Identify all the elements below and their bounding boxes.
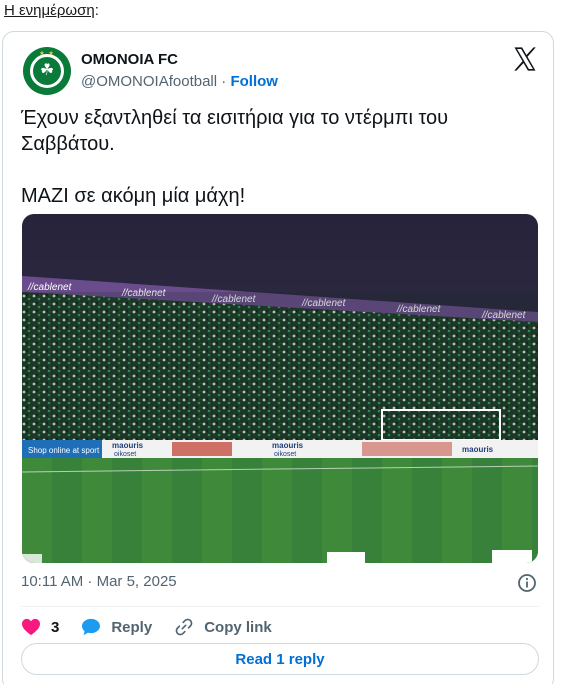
- like-button[interactable]: 3: [21, 618, 59, 636]
- avatar-crest: ☘: [30, 54, 64, 88]
- photo-ad-maouris-1: maouris: [112, 441, 144, 450]
- heading-link[interactable]: Η ενημέρωση: [4, 2, 95, 19]
- photo-ad-maouris-2: maouris: [272, 441, 304, 450]
- embedded-tweet-card: ★ ★ ☘ OMONOIA FC @OMONOIAfootball · Foll…: [2, 31, 554, 684]
- x-logo-icon[interactable]: [511, 45, 539, 73]
- tweet-text: Έχουν εξαντληθεί τα εισιτήρια για το ντέ…: [21, 105, 521, 209]
- handle-separator: ·: [217, 73, 231, 90]
- tweet-photo[interactable]: //cablenet //cablenet //cablenet //cable…: [22, 214, 538, 563]
- info-icon[interactable]: [517, 573, 537, 593]
- photo-ad-oikoset-2: oikoset: [274, 451, 296, 458]
- photo-ad-cablenet-1: //cablenet: [27, 282, 73, 293]
- tweet-actions: 3 Reply Copy link: [21, 612, 294, 642]
- divider: [21, 606, 539, 607]
- reply-label: Reply: [111, 618, 153, 636]
- follow-button[interactable]: Follow: [230, 73, 278, 90]
- copy-link-label: Copy link: [204, 618, 272, 636]
- stadium-photo: //cablenet //cablenet //cablenet //cable…: [22, 214, 538, 563]
- speech-bubble-icon: [82, 618, 101, 636]
- photo-ad-oikoset-1: oikoset: [114, 451, 136, 458]
- author-name[interactable]: OMONOIA FC: [81, 51, 178, 68]
- page-heading: Η ενημέρωση:: [4, 2, 99, 19]
- heart-icon: [22, 618, 40, 636]
- heading-colon: :: [94, 2, 99, 19]
- photo-ad-shop: Shop online at sport: [28, 446, 100, 455]
- like-count: 3: [51, 618, 60, 636]
- photo-ad-maouris-3: maouris: [462, 445, 494, 454]
- reply-button[interactable]: Reply: [81, 618, 152, 636]
- clover-icon: ☘: [39, 62, 55, 79]
- tweet-timestamp[interactable]: 10:11 AM · Mar 5, 2025: [21, 573, 177, 590]
- tweet-text-line-1: Έχουν εξαντληθεί τα εισιτήρια για το ντέ…: [21, 107, 449, 155]
- author-handle-row: @OMONOIAfootball · Follow: [81, 73, 278, 90]
- author-handle[interactable]: @OMONOIAfootball: [81, 73, 217, 90]
- link-icon: [175, 618, 193, 636]
- avatar-stars: ★ ★: [39, 51, 55, 57]
- avatar[interactable]: ★ ★ ☘: [23, 47, 71, 95]
- read-replies-button[interactable]: Read 1 reply: [21, 643, 539, 675]
- tweet-text-line-2: ΜΑΖΙ σε ακόμη μία μάχη!: [21, 185, 246, 207]
- copy-link-button[interactable]: Copy link: [174, 617, 272, 637]
